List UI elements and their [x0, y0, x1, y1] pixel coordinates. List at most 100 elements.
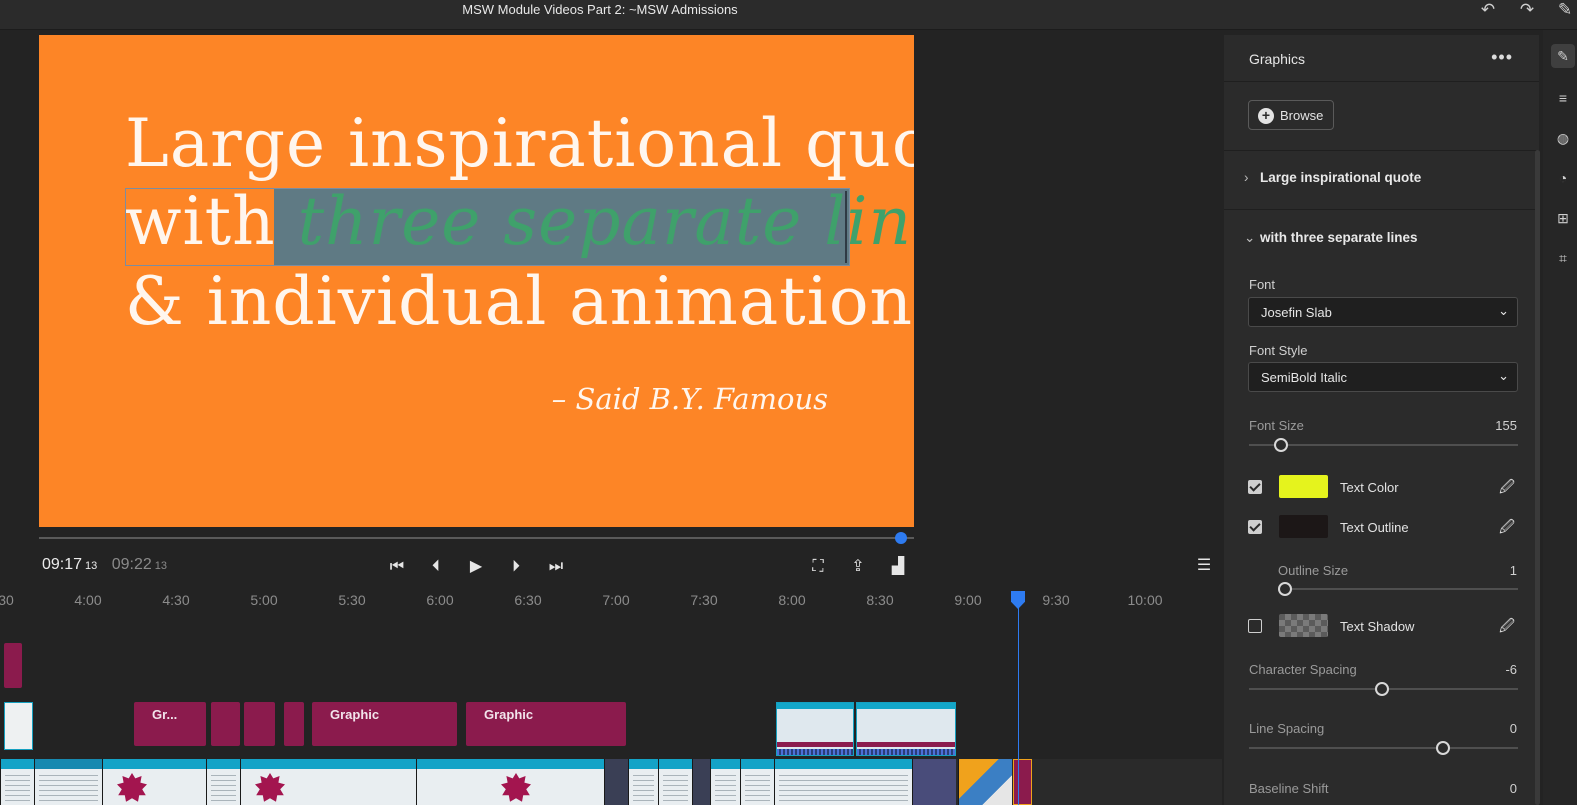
line-spacing-value[interactable]: 0 [1510, 721, 1517, 736]
video-thumbnail-clip[interactable] [856, 702, 956, 756]
video-clip[interactable] [102, 759, 206, 805]
redo-icon[interactable]: ↷ [1515, 0, 1539, 22]
quote-line-1[interactable]: Large inspirational quote [125, 105, 914, 182]
graphic-clip[interactable] [4, 643, 22, 688]
play-icon[interactable]: ▶ [465, 557, 487, 577]
timeline-menu-icon[interactable]: ☰ [1193, 556, 1215, 576]
font-style-label: Font Style [1249, 343, 1308, 358]
graphic-clip[interactable]: Graphic [312, 702, 457, 746]
quote-line-2-plain: with [125, 183, 298, 260]
video-thumbnail-clip[interactable] [4, 702, 33, 750]
graphic-clip[interactable]: Gr... [134, 702, 206, 746]
chevron-down-icon: ⌄ [1244, 230, 1256, 245]
step-forward-icon[interactable]: ⏵ [505, 557, 527, 577]
ruler-label: 6:00 [426, 592, 454, 608]
window-title: MSW Module Videos Part 2: ~MSW Admission… [462, 2, 738, 17]
text-outline-swatch[interactable] [1279, 515, 1328, 538]
slider-handle[interactable] [1278, 582, 1293, 596]
video-clip[interactable] [692, 759, 710, 805]
video-clip[interactable] [604, 759, 628, 805]
font-size-value[interactable]: 155 [1495, 418, 1517, 433]
video-clip[interactable] [206, 759, 240, 805]
outline-size-slider[interactable] [1278, 582, 1518, 596]
baseline-shift-value[interactable]: 0 [1510, 781, 1517, 796]
ruler-label: 4:30 [162, 592, 190, 608]
section-large-inspirational-quote[interactable]: › Large inspirational quote [1244, 170, 1421, 185]
video-clip[interactable] [240, 759, 416, 805]
quote-line-3[interactable]: & individual animations [125, 263, 914, 340]
video-clip[interactable] [658, 759, 692, 805]
undo-icon[interactable]: ↶ [1476, 0, 1500, 22]
fullscreen-icon[interactable]: ▟ [887, 557, 909, 577]
font-label: Font [1249, 277, 1276, 292]
font-style-dropdown[interactable]: SemiBold Italic ⌄ [1248, 362, 1518, 392]
text-color-swatch[interactable] [1279, 475, 1328, 498]
eyedropper-icon[interactable]: 🖉 [1499, 477, 1515, 502]
timeline-ruler[interactable]: 30 4:00 4:30 5:00 5:30 6:00 6:30 7:00 7:… [0, 587, 1222, 611]
duration-time: 09:22 [111, 556, 152, 573]
comment-icon[interactable]: ✎ [1553, 0, 1577, 22]
ruler-label: 9:30 [1042, 592, 1070, 608]
outline-size-value[interactable]: 1 [1510, 563, 1517, 578]
video-clip[interactable] [774, 759, 912, 805]
video-clip[interactable] [628, 759, 658, 805]
scrub-bar[interactable] [39, 532, 914, 544]
color-wheel-icon[interactable]: ◍ [1551, 126, 1575, 150]
graphic-clip[interactable] [284, 702, 304, 746]
slider-handle[interactable] [1435, 741, 1450, 755]
more-options-icon[interactable]: ••• [1491, 47, 1513, 68]
font-dropdown[interactable]: Josefin Slab ⌄ [1248, 297, 1518, 327]
eyedropper-icon[interactable]: 🖉 [1499, 517, 1515, 542]
slider-handle[interactable] [1375, 682, 1390, 696]
graphic-clip[interactable] [244, 702, 275, 746]
text-shadow-checkbox[interactable] [1248, 619, 1262, 633]
scrub-handle[interactable] [894, 532, 907, 544]
video-clip[interactable] [0, 759, 34, 805]
transform-icon[interactable]: ⊞ [1551, 206, 1575, 230]
export-frame-icon[interactable]: ⇪ [847, 557, 869, 577]
section-with-three-separate-lines[interactable]: ⌄ with three separate lines [1244, 230, 1418, 246]
quote-attribution[interactable]: – Said B.Y. Famous [552, 382, 828, 416]
graphics-tool-icon[interactable]: ✎ [1551, 44, 1575, 68]
ruler-label: 10:00 [1127, 592, 1163, 608]
video-clip[interactable] [912, 759, 956, 805]
text-shadow-label: Text Shadow [1340, 619, 1415, 634]
character-spacing-slider[interactable] [1249, 682, 1518, 696]
step-back-icon[interactable]: ⏴ [425, 557, 447, 577]
eyedropper-icon[interactable]: 🖉 [1499, 616, 1515, 641]
graphic-clip[interactable]: Graphic [466, 702, 626, 746]
baseline-shift-label: Baseline Shift [1249, 781, 1329, 796]
video-clip[interactable] [1013, 759, 1032, 805]
clip-label: Gr... [152, 707, 178, 722]
video-clip[interactable] [958, 759, 1012, 805]
quote-line-2[interactable]: with three separate lines [125, 183, 914, 260]
go-to-start-icon[interactable]: ⏮ [386, 557, 408, 577]
browse-button[interactable]: + Browse [1248, 100, 1334, 130]
line-spacing-slider[interactable] [1249, 741, 1518, 755]
go-to-end-icon[interactable]: ⏭ [545, 557, 567, 577]
quote-line-2-selected: three separate lines [297, 183, 914, 260]
browse-label: Browse [1280, 108, 1324, 123]
divider [1224, 209, 1539, 210]
video-clip[interactable] [34, 759, 102, 805]
text-align-icon[interactable]: ≡ [1551, 86, 1575, 110]
text-shadow-swatch[interactable] [1279, 614, 1328, 637]
video-clip[interactable] [416, 759, 604, 805]
text-outline-checkbox[interactable] [1248, 520, 1262, 534]
slider-handle[interactable] [1274, 438, 1289, 452]
font-size-slider[interactable] [1249, 438, 1518, 452]
text-color-checkbox[interactable] [1248, 480, 1262, 494]
video-thumbnail-clip[interactable] [776, 702, 854, 756]
video-clip[interactable] [740, 759, 774, 805]
speed-icon[interactable]: ◔ [1551, 166, 1575, 190]
ruler-label: 5:30 [338, 592, 366, 608]
video-clip[interactable] [710, 759, 740, 805]
program-monitor: Large inspirational quote with three sep… [0, 31, 1222, 571]
crop-icon[interactable]: ⌗ [1551, 246, 1575, 270]
video-frame[interactable]: Large inspirational quote with three sep… [39, 35, 914, 527]
graphic-clip[interactable] [211, 702, 240, 746]
panel-scrollbar[interactable] [1535, 150, 1540, 805]
fit-frame-icon[interactable]: ⛶ [807, 557, 829, 577]
timecode-display: 09:17 13 09:22 13 [42, 556, 167, 574]
character-spacing-value[interactable]: -6 [1505, 662, 1517, 677]
